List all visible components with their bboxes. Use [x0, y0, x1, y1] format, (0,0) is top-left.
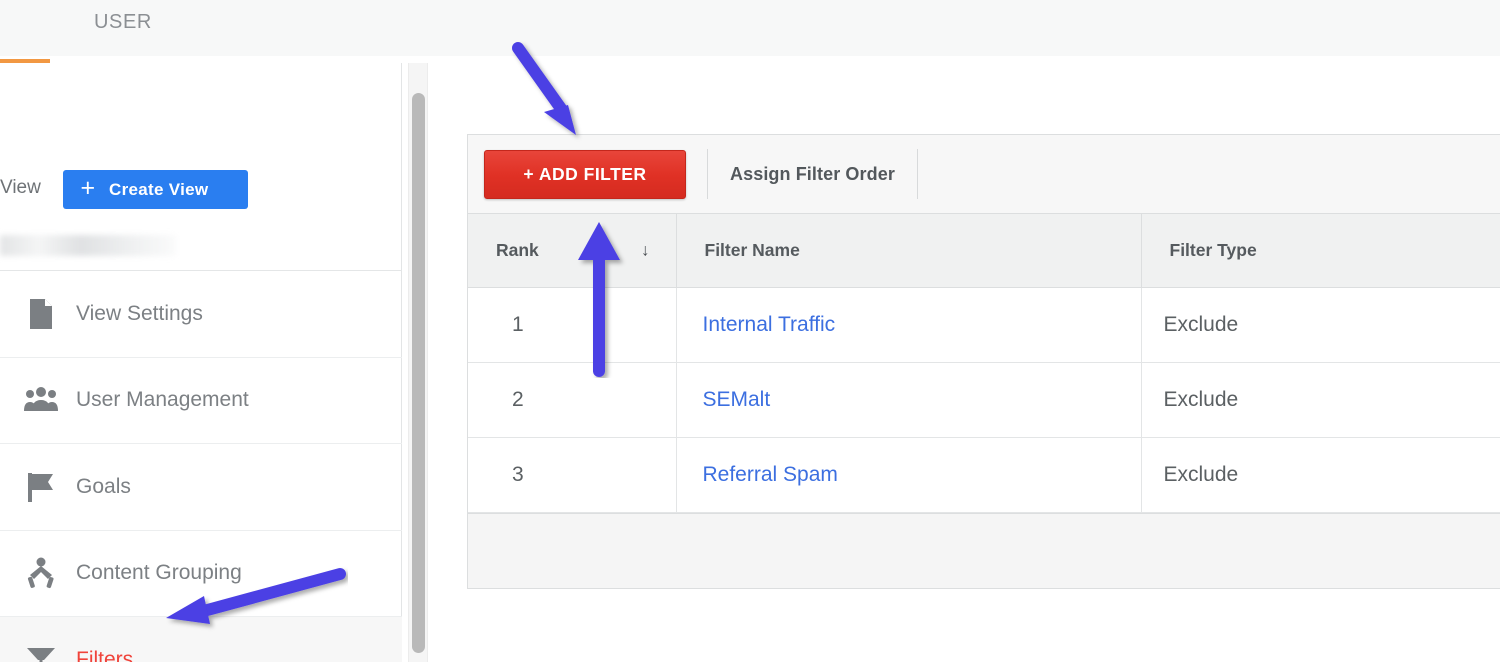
filters-table: Rank ↓ Filter Name Filter Type 1 Interna…	[468, 214, 1500, 513]
filter-name-link[interactable]: Referral Spam	[703, 463, 838, 486]
assign-filter-order-button[interactable]: Assign Filter Order	[708, 164, 917, 185]
cell-filter-name: Internal Traffic	[676, 287, 1142, 363]
cell-rank: 1	[468, 287, 677, 363]
funnel-icon	[18, 645, 64, 662]
top-navigation-bar: USER	[0, 0, 1500, 56]
plus-icon: +	[80, 174, 96, 202]
tab-user[interactable]: USER	[94, 11, 152, 34]
view-column-label: View	[0, 177, 41, 198]
sidebar-nav-list: View Settings User Management Goals Cont…	[0, 271, 402, 662]
sidebar-item-view-settings[interactable]: View Settings	[0, 271, 402, 358]
filter-name-link[interactable]: SEMalt	[703, 388, 771, 411]
document-icon	[18, 298, 64, 330]
people-icon	[18, 387, 64, 413]
cell-rank: 2	[468, 362, 677, 438]
app-screenshot: USER View + Create View View Settings Us…	[0, 0, 1500, 662]
sidebar-item-goals[interactable]: Goals	[0, 444, 402, 531]
cell-filter-name: Referral Spam	[676, 437, 1142, 513]
sidebar-item-label: User Management	[76, 388, 249, 412]
sidebar-item-user-management[interactable]: User Management	[0, 358, 402, 444]
table-header-row: Rank ↓ Filter Name Filter Type	[468, 214, 1500, 288]
filters-table-body: 1 Internal Traffic Exclude 2 SEMalt Excl…	[468, 287, 1500, 513]
view-header	[0, 63, 401, 160]
filters-panel: + ADD FILTER Assign Filter Order Rank ↓ …	[467, 134, 1500, 589]
sidebar-scrollbar-thumb[interactable]	[412, 93, 425, 653]
grouping-icon	[18, 557, 64, 589]
filter-name-link[interactable]: Internal Traffic	[703, 313, 836, 336]
rank-column-label: Rank	[496, 239, 539, 260]
cell-filter-name: SEMalt	[676, 362, 1142, 438]
sidebar-item-label: View Settings	[76, 301, 203, 325]
filter-name-column-header[interactable]: Filter Name	[676, 214, 1142, 288]
cell-rank: 3	[468, 437, 677, 513]
add-filter-button[interactable]: + ADD FILTER	[484, 149, 686, 199]
toolbar-separator-right	[916, 149, 918, 199]
sidebar-item-label: Content Grouping	[76, 561, 242, 585]
cell-filter-type: Exclude	[1141, 287, 1500, 363]
create-view-button[interactable]: + Create View	[63, 170, 248, 209]
flag-icon	[18, 471, 64, 503]
admin-sidebar: View + Create View View Settings User Ma…	[0, 63, 402, 662]
filters-table-footer	[468, 512, 1500, 588]
rank-column-header[interactable]: Rank ↓	[468, 214, 677, 288]
table-row[interactable]: 3 Referral Spam Exclude	[468, 437, 1500, 513]
filters-table-head: Rank ↓ Filter Name Filter Type	[468, 214, 1500, 288]
sidebar-item-filters[interactable]: Filters	[0, 617, 402, 662]
table-row[interactable]: 2 SEMalt Exclude	[468, 362, 1500, 438]
account-name-redacted	[0, 235, 176, 256]
sort-descending-icon[interactable]: ↓	[641, 242, 650, 259]
sidebar-item-label: Goals	[76, 474, 131, 498]
table-row[interactable]: 1 Internal Traffic Exclude	[468, 287, 1500, 363]
filters-toolbar: + ADD FILTER Assign Filter Order	[468, 135, 1500, 214]
cell-filter-type: Exclude	[1141, 437, 1500, 513]
filter-type-column-header[interactable]: Filter Type	[1141, 214, 1500, 288]
sidebar-item-content-grouping[interactable]: Content Grouping	[0, 531, 402, 617]
sidebar-item-label: Filters	[76, 648, 134, 662]
create-view-button-label: Create View	[109, 179, 209, 199]
cell-filter-type: Exclude	[1141, 362, 1500, 438]
